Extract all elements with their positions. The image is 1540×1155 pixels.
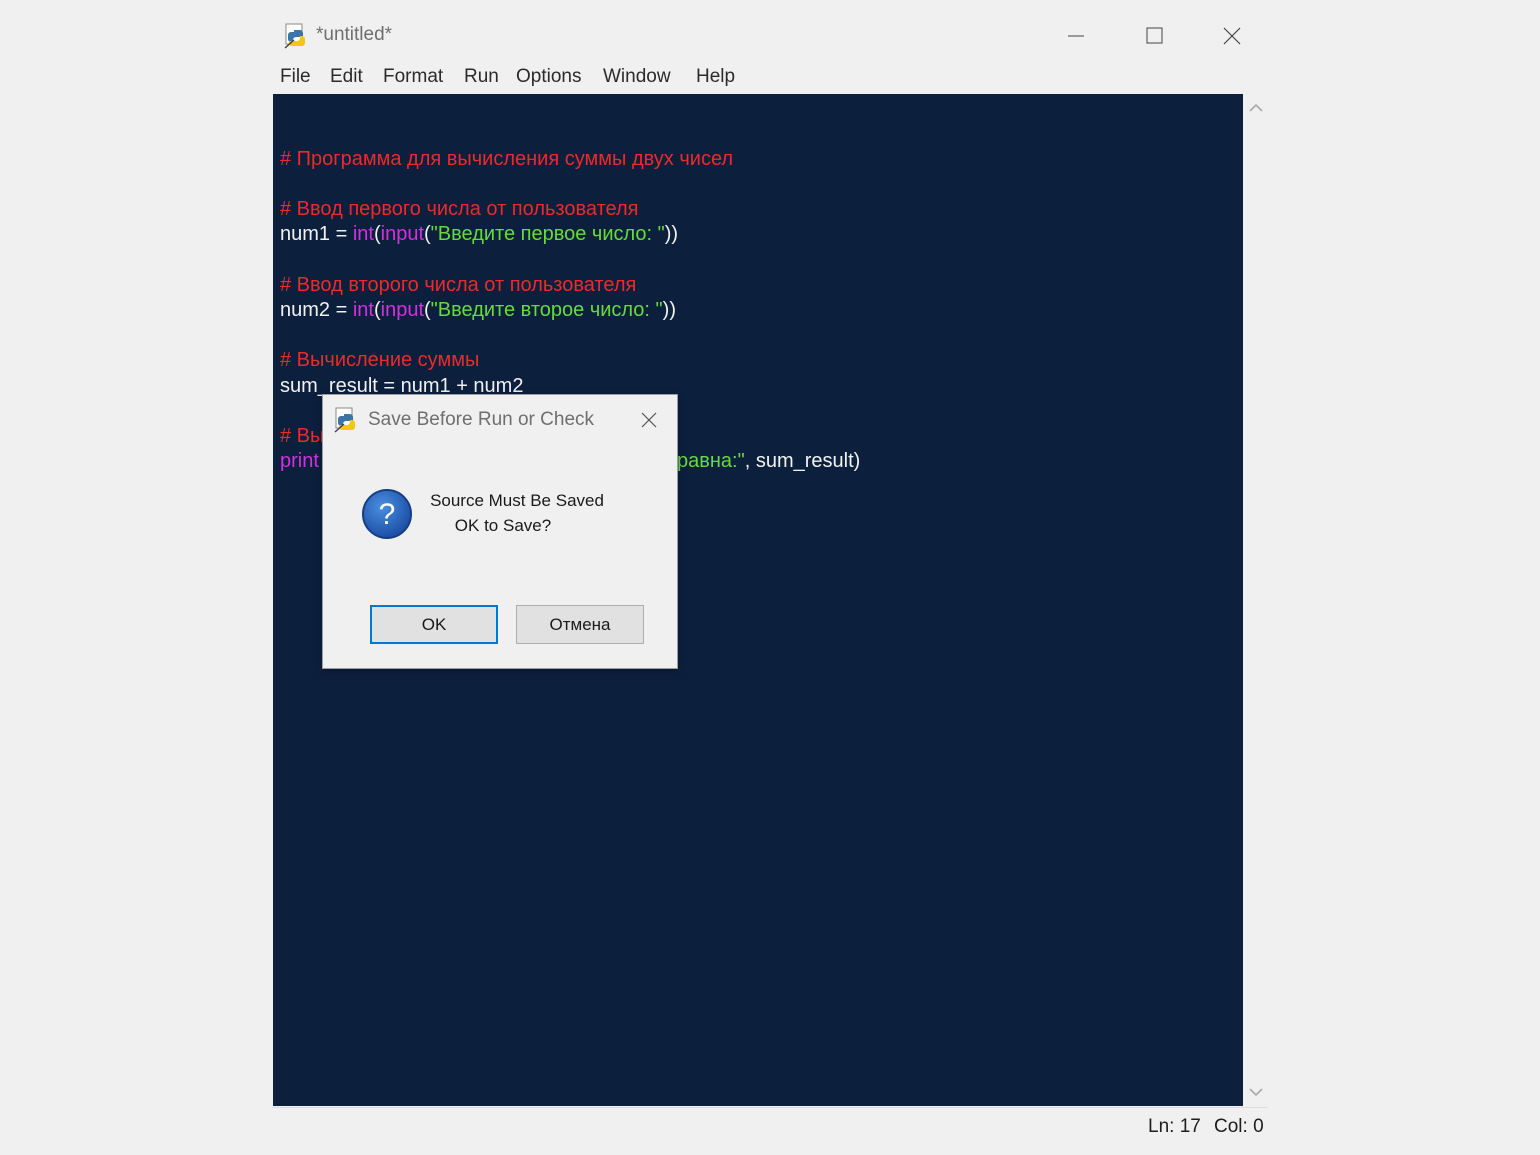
close-icon xyxy=(641,412,657,428)
window-title: *untitled* xyxy=(316,24,393,45)
idle-python-icon xyxy=(284,23,305,49)
code-token: ( xyxy=(424,223,431,245)
code-line-14: # Вы xyxy=(280,425,325,447)
code-token: int xyxy=(352,299,374,321)
scroll-down-icon[interactable] xyxy=(1248,1086,1264,1098)
code-token: )) xyxy=(664,223,679,245)
code-line-8: # Ввод второго числа от пользователя xyxy=(280,274,637,296)
code-token: num2 = xyxy=(280,299,353,321)
minimize-button[interactable] xyxy=(1056,16,1096,56)
code-line-3: # Программа для вычисления суммы двух чи… xyxy=(280,148,734,170)
code-token: ( xyxy=(373,299,381,321)
line-indicator: Ln: 17 xyxy=(1148,1116,1201,1137)
dialog-title: Save Before Run or Check xyxy=(368,409,595,430)
code-token: num1 = xyxy=(280,223,353,245)
code-token: "Введите второе число: " xyxy=(430,299,663,321)
code-line-15: print xyxy=(280,450,319,472)
close-icon xyxy=(1223,27,1241,45)
vertical-scrollbar[interactable] xyxy=(1243,94,1268,1106)
code-line-9: num2 = int(input("Введите второе число: … xyxy=(280,299,676,322)
code-token: , sum_result) xyxy=(744,450,861,472)
dialog-close-button[interactable] xyxy=(633,405,665,435)
code-token: ( xyxy=(373,223,381,245)
code-token: "Введите первое число: " xyxy=(430,223,665,245)
code-line-15-tail: равна:", sum_result) xyxy=(677,450,860,473)
menu-options[interactable]: Options xyxy=(516,66,581,88)
dialog-message-line2: OK to Save? xyxy=(454,516,552,535)
status-bar: Ln: 17 Col: 0 xyxy=(272,1107,1268,1143)
save-before-run-dialog: Save Before Run or Check ? Source Must B… xyxy=(322,394,678,669)
code-token: input xyxy=(380,223,424,245)
ok-button[interactable]: OK xyxy=(370,605,498,644)
minimize-icon xyxy=(1068,35,1084,37)
code-token: input xyxy=(380,299,424,321)
code-token: )) xyxy=(662,299,676,321)
maximize-button[interactable] xyxy=(1134,16,1174,56)
menu-format[interactable]: Format xyxy=(383,66,443,88)
menu-help[interactable]: Help xyxy=(696,66,735,88)
cancel-button[interactable]: Отмена xyxy=(516,605,644,644)
menu-file[interactable]: File xyxy=(280,66,311,88)
column-indicator: Col: 0 xyxy=(1214,1116,1264,1137)
code-token: ( xyxy=(424,299,431,321)
code-line-11: # Вычисление суммы xyxy=(280,349,480,371)
scroll-up-icon[interactable] xyxy=(1248,102,1264,114)
code-token: int xyxy=(352,223,374,245)
code-line-5: # Ввод первого числа от пользователя xyxy=(280,198,639,220)
svg-text:?: ? xyxy=(379,498,396,531)
menu-window[interactable]: Window xyxy=(603,66,671,88)
title-bar[interactable]: *untitled* xyxy=(272,0,1268,70)
maximize-icon xyxy=(1146,27,1163,44)
close-button[interactable] xyxy=(1212,16,1252,56)
menu-run[interactable]: Run xyxy=(464,66,499,88)
dialog-message-line1: Source Must Be Saved xyxy=(430,491,604,510)
code-line-6: num1 = int(input("Введите первое число: … xyxy=(280,223,678,246)
menu-edit[interactable]: Edit xyxy=(330,66,363,88)
code-token: равна:" xyxy=(677,450,745,472)
idle-python-icon xyxy=(334,407,355,433)
